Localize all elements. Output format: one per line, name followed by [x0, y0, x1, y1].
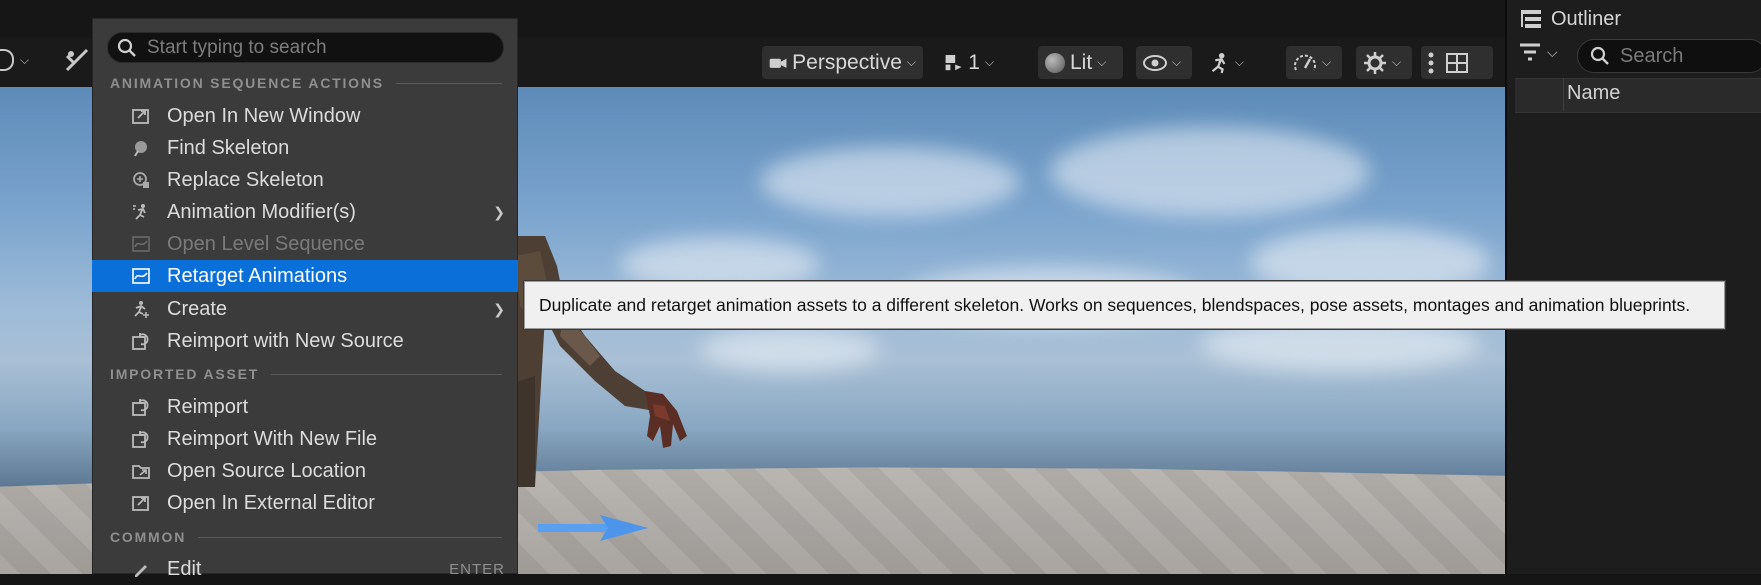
column-divider[interactable]: [1563, 78, 1564, 111]
level-sequence-icon: [132, 236, 150, 252]
menu-item-open-source-location[interactable]: Open Source Location: [92, 455, 518, 487]
chevron-down-icon: ⌵: [984, 55, 994, 69]
menu-item-label: Find Skeleton: [167, 136, 290, 159]
viewport-layout-dropdown[interactable]: 1 ⌵: [937, 46, 1001, 79]
menu-item-label: Animation Modifier(s): [167, 200, 356, 223]
open-external-icon: [132, 496, 149, 511]
rotate-mode-icon[interactable]: [0, 49, 14, 71]
perspective-dropdown[interactable]: Perspective ⌵: [762, 46, 923, 79]
retarget-tooltip: Duplicate and retarget animation assets …: [524, 281, 1725, 329]
outliner-title: Outliner: [1551, 7, 1622, 30]
filter-icon: [1520, 43, 1540, 61]
lit-sphere-icon: [1045, 52, 1065, 73]
tooltip-text: Duplicate and retarget animation assets …: [539, 294, 1691, 315]
snap-angle-icon[interactable]: [63, 46, 91, 74]
chevron-down-icon: ⌵: [1172, 55, 1182, 69]
perspective-label: Perspective: [792, 50, 902, 74]
menu-item-retarget-animations[interactable]: Retarget Animations: [92, 260, 518, 292]
section-heading: IMPORTED ASSET: [110, 366, 260, 382]
viewport-options-group: [1421, 46, 1493, 79]
chevron-down-icon[interactable]: ⌵: [20, 53, 29, 68]
replace-skeleton-icon: [133, 172, 149, 188]
reimport-icon: [132, 333, 149, 350]
chevron-down-icon: ⌵: [906, 55, 916, 69]
transform-gizmo-x-arrow[interactable]: [538, 513, 648, 543]
find-skeleton-icon: [134, 141, 147, 157]
eye-icon: [1143, 54, 1167, 71]
open-window-icon: [132, 109, 149, 124]
menu-item-replace-skeleton[interactable]: Replace Skeleton: [92, 164, 518, 196]
name-column-header[interactable]: Name: [1567, 82, 1620, 105]
menu-item-create[interactable]: Create ❯: [92, 293, 518, 325]
camera-speed-dropdown[interactable]: ⌵: [1286, 46, 1342, 79]
menu-item-label: Open Level Sequence: [167, 232, 365, 255]
speed-gauge-icon: [1294, 54, 1316, 70]
outliner-column-header: [1515, 78, 1761, 113]
lit-label: Lit: [1070, 50, 1093, 74]
menu-item-label: Create: [167, 297, 228, 320]
submenu-arrow-icon: ❯: [493, 300, 505, 317]
menu-item-reimport-with-new-source[interactable]: Reimport with New Source: [92, 325, 518, 357]
menu-item-open-in-external-editor[interactable]: Open In External Editor: [92, 487, 518, 519]
gear-icon: [1364, 51, 1386, 74]
menu-item-animation-modifiers[interactable]: Animation Modifier(s) ❯: [92, 196, 518, 228]
viewport-settings-dropdown[interactable]: ⌵: [1356, 46, 1412, 79]
game-view-dropdown[interactable]: ⌵: [1201, 46, 1251, 79]
chevron-down-icon: ⌵: [1322, 55, 1332, 69]
search-icon: [117, 38, 136, 57]
retarget-icon: [132, 268, 150, 284]
outliner-tab[interactable]: Outliner: [1520, 6, 1621, 32]
menu-item-open-in-new-window[interactable]: Open In New Window: [92, 100, 518, 132]
outliner-search-placeholder: Search: [1620, 44, 1684, 67]
running-figure-icon: [1211, 52, 1226, 73]
menu-item-label: Open In External Editor: [167, 491, 375, 514]
section-heading: ANIMATION SEQUENCE ACTIONS: [110, 75, 384, 91]
folder-icon: [132, 465, 150, 479]
menu-item-label: Replace Skeleton: [167, 168, 324, 191]
menu-item-edit[interactable]: Edit ENTER: [92, 553, 518, 585]
viewport-layout-icon: [945, 54, 962, 70]
camera-icon: [769, 58, 787, 68]
section-animation-sequence-actions: ANIMATION SEQUENCE ACTIONS: [110, 75, 502, 91]
menu-item-label: Reimport With New File: [167, 427, 378, 450]
menu-item-find-skeleton[interactable]: Find Skeleton: [92, 132, 518, 164]
menu-item-reimport[interactable]: Reimport: [92, 391, 518, 423]
zombie-character-mesh[interactable]: [505, 236, 695, 487]
menu-item-label: Retarget Animations: [167, 264, 348, 287]
layout-count: 1: [968, 50, 980, 74]
menu-item-label: Open Source Location: [167, 459, 367, 482]
chevron-down-icon: ⌵: [1234, 55, 1244, 69]
chevron-down-icon: ⌵: [1392, 55, 1402, 69]
menu-item-label: Reimport with New Source: [167, 329, 404, 352]
search-icon: [1590, 46, 1609, 65]
kebab-menu-icon[interactable]: [1428, 52, 1434, 74]
menu-item-label: Open In New Window: [167, 104, 361, 127]
reimport-icon: [132, 399, 149, 416]
section-imported-asset: IMPORTED ASSET: [110, 366, 502, 382]
shortcut-hint: ENTER: [449, 560, 505, 578]
menu-item-label: Reimport: [167, 395, 249, 418]
reimport-icon: [132, 431, 149, 448]
pencil-icon: [135, 565, 147, 577]
show-flags-dropdown[interactable]: ⌵: [1136, 46, 1192, 79]
chevron-down-icon: ⌵: [1547, 43, 1558, 60]
outliner-search-input[interactable]: Search: [1577, 39, 1761, 73]
chevron-down-icon: ⌵: [1097, 55, 1107, 69]
animation-modifier-icon: [133, 204, 146, 220]
view-mode-dropdown[interactable]: Lit ⌵: [1038, 46, 1123, 79]
menu-search-placeholder: Start typing to search: [147, 36, 327, 58]
outliner-filter-button[interactable]: ⌵: [1519, 43, 1558, 61]
submenu-arrow-icon: ❯: [493, 203, 505, 220]
menu-item-open-level-sequence: Open Level Sequence: [92, 228, 518, 260]
menu-search-input[interactable]: Start typing to search: [107, 32, 504, 63]
section-common: COMMON: [110, 529, 502, 545]
menu-item-reimport-with-new-file[interactable]: Reimport With New File: [92, 423, 518, 455]
section-heading: COMMON: [110, 529, 187, 545]
create-icon: [134, 301, 149, 318]
outliner-list-icon: [1521, 10, 1541, 28]
menu-item-label: Edit: [167, 557, 202, 580]
grid-layout-icon[interactable]: [1446, 52, 1468, 73]
